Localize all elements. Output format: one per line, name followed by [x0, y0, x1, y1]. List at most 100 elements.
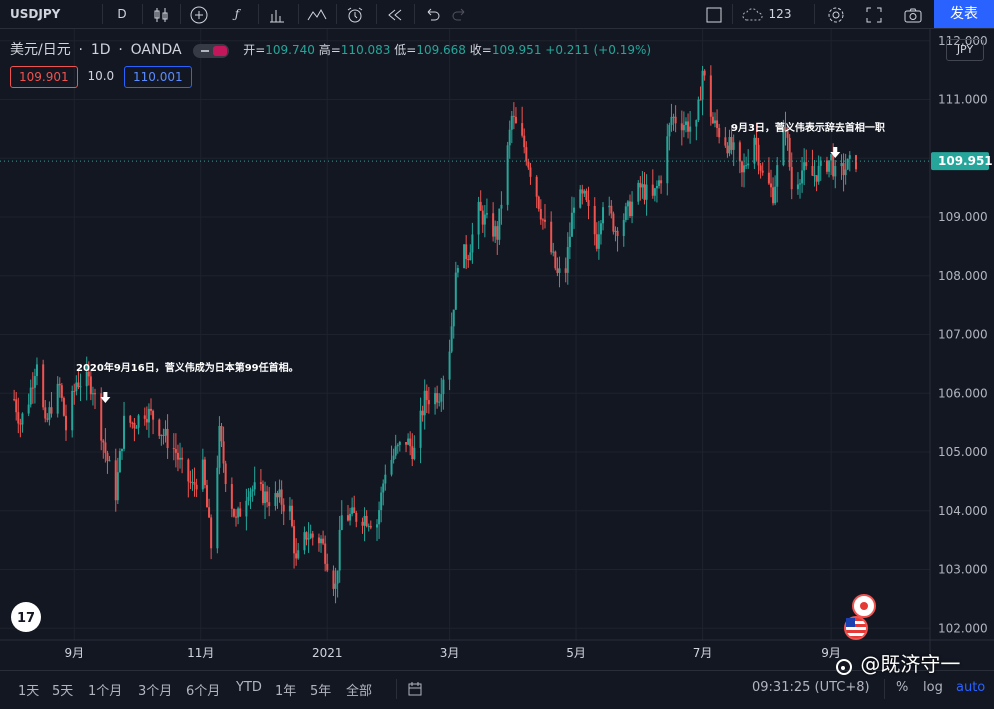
candle-body: [106, 452, 109, 461]
settings-icon[interactable]: [826, 0, 846, 28]
japan-flag-icon[interactable]: [852, 594, 876, 618]
candle-body: [116, 472, 119, 501]
price-chart[interactable]: 2020年9月16日，菅义伟成为日本第99任首相。 9月3日，菅义伟表示辞去首相一…: [0, 0, 994, 708]
candle-body: [320, 538, 323, 544]
range-button[interactable]: 1年: [275, 680, 296, 699]
candle-body: [85, 371, 88, 387]
replay-icon[interactable]: [384, 0, 406, 28]
candle-body: [527, 161, 530, 168]
alert-icon[interactable]: [344, 0, 366, 28]
range-button[interactable]: 3个月: [138, 680, 172, 699]
candle-body: [813, 175, 816, 177]
candle-body: [421, 410, 424, 416]
templates-icon[interactable]: [266, 0, 288, 28]
date-range-icon[interactable]: [406, 680, 424, 702]
candle-body: [15, 399, 18, 413]
candle-body: [645, 184, 648, 200]
legend-close: 109.951: [491, 43, 542, 57]
candle-body: [728, 137, 731, 154]
candle-body: [369, 525, 372, 528]
undo-icon[interactable]: [422, 0, 442, 28]
range-button[interactable]: 全部: [346, 680, 372, 699]
candle-body: [390, 459, 393, 475]
fullscreen-icon[interactable]: [864, 0, 884, 28]
candle-body: [276, 493, 279, 498]
us-flag-icon[interactable]: [844, 616, 868, 640]
candle-body: [492, 213, 495, 237]
interval-button[interactable]: D: [112, 0, 132, 28]
range-button[interactable]: 1个月: [88, 680, 122, 699]
camera-icon[interactable]: [902, 0, 924, 28]
sell-button[interactable]: 109.901: [10, 66, 78, 88]
annotations: 2020年9月16日，菅义伟成为日本第99任首相。 9月3日，菅义伟表示辞去首相一…: [76, 121, 885, 403]
buy-button[interactable]: 110.001: [124, 66, 192, 88]
candle-body: [689, 126, 692, 132]
range-button[interactable]: 5天: [52, 680, 73, 699]
redo-icon[interactable]: [450, 0, 470, 28]
candle-body: [293, 526, 296, 554]
candle-body: [529, 167, 532, 177]
candle-body: [556, 268, 559, 273]
candle-body: [514, 116, 517, 124]
candle-body: [237, 508, 240, 518]
candle-body: [376, 524, 379, 528]
candle-body: [62, 397, 65, 416]
candle-body: [288, 505, 291, 512]
candle-body: [825, 160, 828, 172]
visibility-toggle-icon[interactable]: [193, 43, 230, 58]
layout-icon[interactable]: [704, 0, 724, 28]
candle-body: [427, 400, 430, 405]
candle-body: [699, 99, 702, 101]
candle-body: [326, 563, 329, 571]
trade-buttons: 109.901 10.0 110.001: [10, 66, 192, 88]
x-tick-label: 7月: [693, 646, 713, 660]
percent-toggle[interactable]: %: [896, 680, 908, 695]
candle-body: [682, 124, 685, 131]
currency-button[interactable]: JPY: [946, 39, 984, 61]
candle-body: [131, 422, 134, 424]
publish-button[interactable]: 发表: [934, 0, 994, 28]
candle-body: [759, 165, 762, 171]
candle-body: [585, 190, 588, 201]
candle-body: [523, 135, 526, 148]
candle-body: [436, 393, 439, 403]
fx-icon[interactable]: ƒ: [226, 0, 248, 28]
candle-body: [641, 184, 644, 188]
candle-body: [434, 393, 437, 405]
symbol-search-button[interactable]: USDJPY: [10, 0, 60, 28]
indicators-icon[interactable]: [188, 0, 210, 28]
candle-body: [44, 407, 47, 419]
candle-body: [340, 515, 343, 530]
cloud-icon[interactable]: [740, 0, 766, 28]
y-tick-label: 107.000: [938, 328, 988, 342]
candle-body: [703, 70, 706, 76]
candle-body: [541, 219, 544, 221]
candle-body: [832, 154, 835, 177]
candle-body: [724, 137, 727, 146]
candle-body: [419, 410, 422, 448]
log-toggle[interactable]: log: [923, 680, 943, 695]
candle-body: [564, 268, 567, 273]
candle-body: [189, 481, 192, 483]
candle-body: [123, 415, 126, 449]
candle-body: [235, 516, 238, 518]
chart-type-icon[interactable]: [150, 0, 172, 28]
chart-grid: [0, 29, 930, 640]
y-tick-label: 105.000: [938, 445, 988, 459]
candle-body: [790, 166, 793, 190]
candle-body: [378, 510, 381, 525]
range-button[interactable]: 1天: [18, 680, 39, 699]
y-tick-label: 111.000: [938, 93, 988, 107]
range-button[interactable]: 5年: [310, 680, 331, 699]
compare-icon[interactable]: [306, 0, 328, 28]
candle-body: [498, 208, 501, 240]
candle-body: [332, 570, 335, 589]
clock[interactable]: 09:31:25 (UTC+8): [752, 680, 870, 695]
candle-body: [680, 123, 683, 131]
range-button[interactable]: 6个月: [186, 680, 220, 699]
auto-toggle[interactable]: auto: [956, 680, 985, 695]
candle-body: [158, 419, 161, 436]
range-button[interactable]: YTD: [236, 680, 262, 695]
candle-body: [133, 422, 136, 429]
candle-body: [104, 442, 107, 453]
